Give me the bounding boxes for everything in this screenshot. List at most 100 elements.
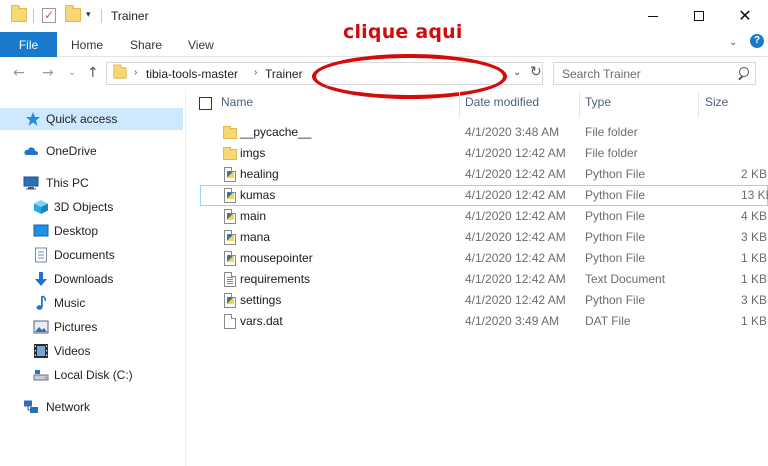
file-row[interactable]: requirements 4/1/2020 12:42 AM Text Docu… [200,269,768,290]
navigation-pane: Quick access OneDrive This PC 3D Objects… [0,89,186,466]
customize-toolbar-arrow-icon[interactable]: ▾ [86,9,91,20]
file-row[interactable]: mousepointer 4/1/2020 12:42 AM Python Fi… [200,248,768,269]
documents-icon [35,247,47,263]
divider [101,9,102,23]
videos-icon [34,344,48,358]
sidebar-item-local-disk[interactable]: Local Disk (C:) [0,364,183,386]
folder-icon [11,5,27,22]
minimize-button[interactable] [630,0,676,32]
sidebar-item-downloads[interactable]: Downloads [0,268,183,290]
maximize-icon [694,11,704,21]
breadcrumb-separator-icon[interactable]: › [134,67,137,78]
file-row-selected[interactable]: kumas 4/1/2020 12:42 AM Python File 13 K… [200,185,768,206]
python-file-icon [224,293,236,308]
minimize-icon [648,15,658,17]
annotation-text: clique aqui [343,21,463,43]
refresh-icon[interactable]: ↻ [530,64,544,80]
sidebar-item-quick-access[interactable]: Quick access [0,108,183,130]
sidebar-item-label: Downloads [54,272,114,286]
column-header-name[interactable]: Name [221,95,253,109]
file-date: 4/1/2020 12:42 AM [465,293,566,307]
python-file-icon [224,230,236,245]
file-row[interactable]: main 4/1/2020 12:42 AM Python File 4 KB [200,206,768,227]
sidebar-item-3d-objects[interactable]: 3D Objects [0,196,183,218]
properties-icon[interactable]: ✓ [42,8,56,23]
file-row[interactable]: healing 4/1/2020 12:42 AM Python File 2 … [200,164,768,185]
file-row[interactable]: __pycache__ 4/1/2020 3:48 AM File folder [200,122,768,143]
recent-locations-chevron-icon[interactable]: ⌄ [68,67,76,78]
select-all-checkbox[interactable] [199,97,212,110]
desktop-icon [33,224,49,237]
collapse-chevron-icon[interactable]: ⌃ [323,84,331,95]
tab-home[interactable]: Home [71,38,103,52]
column-header-type[interactable]: Type [585,95,611,109]
file-date: 4/1/2020 12:42 AM [465,230,566,244]
python-file-icon [224,188,236,203]
forward-arrow-icon[interactable]: → [42,65,54,81]
column-divider[interactable] [459,92,460,118]
file-name: settings [240,293,282,307]
close-button[interactable]: ✕ [722,0,768,32]
divider [33,9,34,23]
up-arrow-icon[interactable]: ↑ [87,65,99,81]
sidebar-item-desktop[interactable]: Desktop [0,220,183,242]
file-row[interactable]: settings 4/1/2020 12:42 AM Python File 3… [200,290,768,311]
expand-ribbon-chevron-icon[interactable]: ⌄ [729,37,737,48]
file-date: 4/1/2020 12:42 AM [465,251,566,265]
sidebar-item-this-pc[interactable]: This PC [0,172,183,194]
tab-file[interactable]: File [0,32,57,57]
address-dropdown-icon[interactable]: ⌄ [513,67,521,78]
file-row[interactable]: imgs 4/1/2020 12:42 AM File folder [200,143,768,164]
file-size: 13 KB [741,188,768,202]
python-file-icon [224,251,236,266]
file-row[interactable]: vars.dat 4/1/2020 3:49 AM DAT File 1 KB [200,311,768,332]
python-file-icon [224,167,236,182]
tab-share[interactable]: Share [130,38,162,52]
file-size: 4 KB [741,209,768,223]
back-arrow-icon[interactable]: ← [13,65,25,81]
maximize-button[interactable] [676,0,722,32]
file-date: 4/1/2020 12:42 AM [465,167,566,181]
sidebar-item-videos[interactable]: Videos [0,340,183,362]
star-icon [26,112,40,126]
file-type: Python File [585,209,646,223]
sidebar-item-label: 3D Objects [54,200,114,214]
file-size: 1 KB [741,314,768,328]
sidebar-item-network[interactable]: Network [0,396,183,418]
column-divider[interactable] [579,92,580,118]
file-name: __pycache__ [240,125,312,139]
file-name: healing [240,167,279,181]
sidebar-item-label: Music [54,296,86,310]
sidebar-item-pictures[interactable]: Pictures [0,316,183,338]
python-file-icon [224,209,236,224]
file-name: mousepointer [240,251,313,265]
search-box[interactable] [553,62,756,85]
file-size: 3 KB [741,230,768,244]
file-date: 4/1/2020 12:42 AM [465,188,566,202]
file-name: kumas [240,188,276,202]
sidebar-item-documents[interactable]: Documents [0,244,183,266]
column-header-size[interactable]: Size [705,95,728,109]
download-icon [35,272,47,286]
file-name: requirements [240,272,311,286]
disk-icon [33,370,49,381]
breadcrumb-separator-icon[interactable]: › [254,67,257,78]
breadcrumb-trainer[interactable]: Trainer [265,67,303,81]
annotation-ellipse [312,54,507,99]
tab-view[interactable]: View [188,38,214,52]
help-icon[interactable]: ? [750,34,764,48]
file-name: imgs [240,146,266,160]
cloud-icon [24,147,38,155]
file-row[interactable]: mana 4/1/2020 12:42 AM Python File 3 KB [200,227,768,248]
folder-icon [223,126,237,139]
sidebar-item-onedrive[interactable]: OneDrive [0,140,183,162]
sidebar-item-music[interactable]: Music [0,292,183,314]
search-input[interactable] [562,66,732,82]
new-folder-icon[interactable] [65,5,81,22]
breadcrumb-tibia-tools-master[interactable]: tibia-tools-master [146,67,238,81]
column-header-date[interactable]: Date modified [465,95,539,109]
file-date: 4/1/2020 12:42 AM [465,209,566,223]
sidebar-item-label: Network [46,400,91,414]
file-date: 4/1/2020 12:42 AM [465,146,566,160]
column-divider[interactable] [698,92,699,118]
